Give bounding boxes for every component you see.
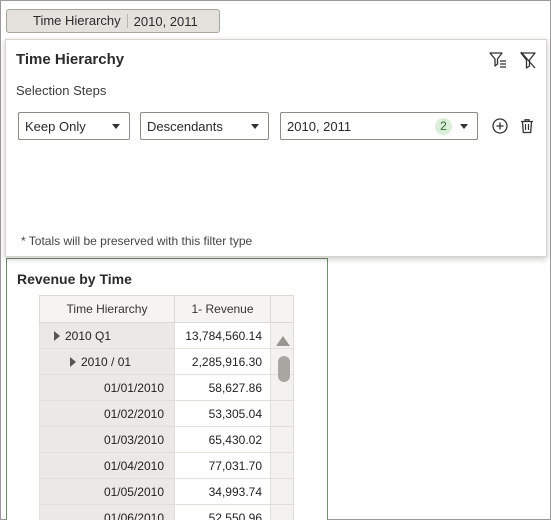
- row-label-cell[interactable]: 2010 Q1: [39, 322, 175, 349]
- totals-note: * Totals will be preserved with this fil…: [21, 234, 253, 248]
- scrollbar-thumb[interactable]: [278, 356, 290, 382]
- pivot-table: Time Hierarchy 1- Revenue 2010 Q1 13,784…: [39, 295, 297, 520]
- table-row: 01/06/2010 52,550.96: [39, 504, 294, 520]
- row-label-cell: 01/04/2010: [39, 452, 175, 479]
- scrollbar-track[interactable]: [270, 504, 294, 520]
- viz-title: Revenue by Time: [17, 271, 132, 287]
- revenue-cell: 34,993.74: [174, 478, 271, 505]
- table-row: 01/03/2010 65,430.02: [39, 426, 294, 453]
- table-row: 01/02/2010 53,305.04: [39, 400, 294, 427]
- add-step-icon[interactable]: [490, 116, 510, 136]
- revenue-cell: 52,550.96: [174, 504, 271, 520]
- revenue-cell: 58,627.86: [174, 374, 271, 401]
- scroll-up-arrow-icon[interactable]: [276, 336, 290, 346]
- table-row: 2010 Q1 13,784,560.14: [39, 322, 294, 349]
- member-count-badge: 2: [435, 118, 452, 135]
- table-row: 01/04/2010 77,031.70: [39, 452, 294, 479]
- revenue-cell: 77,031.70: [174, 452, 271, 479]
- revenue-by-time-visualization: Revenue by Time Time Hierarchy 1- Revenu…: [6, 258, 328, 520]
- chevron-down-icon: [460, 124, 468, 129]
- members-dropdown-value: 2010, 2011: [287, 118, 352, 134]
- expand-icon[interactable]: [70, 356, 76, 367]
- column-header-time-hierarchy[interactable]: Time Hierarchy: [39, 295, 175, 323]
- row-label-cell: 01/03/2010: [39, 426, 175, 453]
- table-row: 01/01/2010 58,627.86: [39, 374, 294, 401]
- revenue-cell: 53,305.04: [174, 400, 271, 427]
- revenue-cell: 2,285,916.30: [174, 348, 271, 375]
- action-dropdown[interactable]: Keep Only: [18, 112, 130, 140]
- members-dropdown[interactable]: 2010, 2011 2: [280, 112, 478, 140]
- row-label-cell: 01/06/2010: [39, 504, 175, 520]
- row-label-cell[interactable]: 2010 / 01: [39, 348, 175, 375]
- table-row: 2010 / 01 2,285,916.30: [39, 348, 294, 375]
- time-hierarchy-filter-pill[interactable]: Time Hierarchy 2010, 2011: [6, 9, 220, 33]
- relation-dropdown-value: Descendants: [147, 118, 223, 134]
- panel-toolbar: [488, 50, 538, 70]
- filter-pill-name: Time Hierarchy: [7, 14, 128, 28]
- scrollbar-track[interactable]: [270, 452, 294, 479]
- row-label: 2010 / 01: [81, 354, 132, 369]
- table-row: 01/05/2010 34,993.74: [39, 478, 294, 505]
- column-header-revenue[interactable]: 1- Revenue: [174, 295, 271, 323]
- filter-settings-icon[interactable]: [488, 50, 508, 70]
- revenue-cell: 13,784,560.14: [174, 322, 271, 349]
- filter-pill-value: 2010, 2011: [133, 13, 198, 29]
- chevron-down-icon: [251, 124, 259, 129]
- chevron-down-icon: [112, 124, 120, 129]
- scrollbar-header: [270, 295, 294, 323]
- action-dropdown-value: Keep Only: [25, 118, 86, 134]
- delete-step-icon[interactable]: [517, 116, 537, 136]
- relation-dropdown[interactable]: Descendants: [140, 112, 269, 140]
- scrollbar-track[interactable]: [270, 478, 294, 505]
- scrollbar-track[interactable]: [270, 426, 294, 453]
- selection-steps-label: Selection Steps: [16, 83, 107, 98]
- expand-icon[interactable]: [54, 330, 60, 341]
- filter-popup-panel: Time Hierarchy Selection Steps Keep Only…: [5, 39, 547, 257]
- clear-filter-icon[interactable]: [518, 50, 538, 70]
- scrollbar-track[interactable]: [270, 400, 294, 427]
- row-label-cell: 01/02/2010: [39, 400, 175, 427]
- panel-title: Time Hierarchy: [16, 51, 125, 68]
- row-label-cell: 01/01/2010: [39, 374, 175, 401]
- revenue-cell: 65,430.02: [174, 426, 271, 453]
- row-label-cell: 01/05/2010: [39, 478, 175, 505]
- row-label: 2010 Q1: [65, 328, 112, 343]
